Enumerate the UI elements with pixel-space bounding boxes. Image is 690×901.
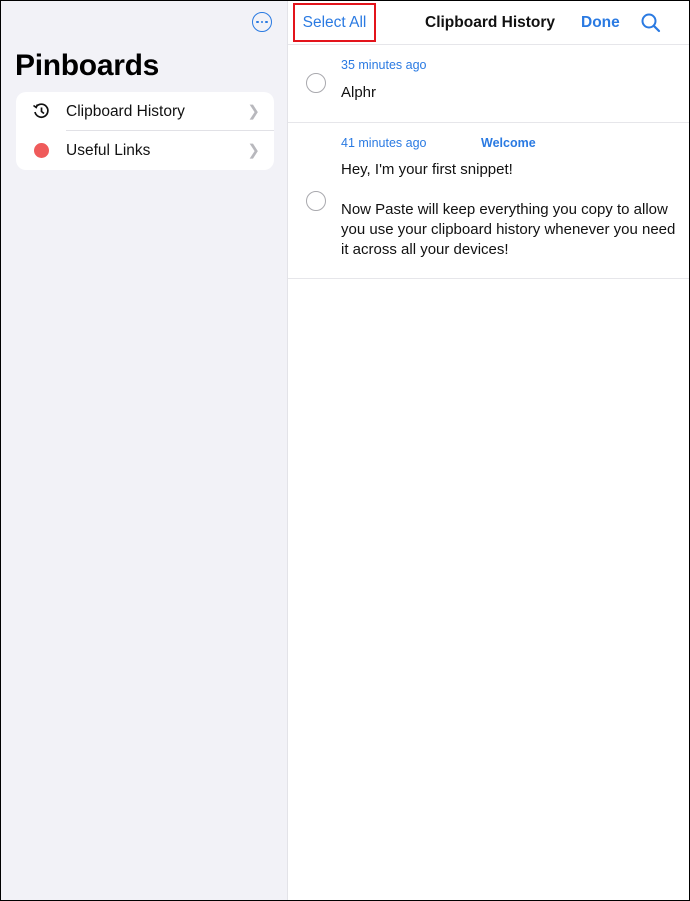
more-dot <box>260 20 264 24</box>
history-clock-icon <box>32 102 50 120</box>
clip-text: Alphr <box>341 84 377 101</box>
page-title: Clipboard History <box>425 14 556 31</box>
red-dot-icon <box>32 141 50 159</box>
navigation-bar: Select All Clipboard History Done <box>288 1 689 45</box>
pinboard-item-useful-links[interactable]: Useful Links ❯ <box>16 131 274 170</box>
select-radio[interactable] <box>306 73 326 93</box>
pinboard-label: Clipboard History <box>66 102 185 120</box>
clip-item[interactable]: 35 minutes ago Alphr <box>288 45 689 123</box>
select-radio[interactable] <box>306 191 326 211</box>
select-all-button[interactable]: Select All <box>293 3 376 42</box>
clip-item[interactable]: 41 minutes ago Welcome Hey, I'm your fir… <box>288 123 689 279</box>
clip-timestamp: 35 minutes ago <box>341 58 427 72</box>
sidebar: Pinboards Clipboard History ❯ Useful Lin… <box>1 1 288 900</box>
clipboard-main: Select All Clipboard History Done 35 min… <box>288 1 689 900</box>
more-dot <box>256 20 259 24</box>
chevron-right-icon: ❯ <box>247 142 260 159</box>
clip-text: Hey, I'm your first snippet! Now Paste w… <box>341 161 676 258</box>
pinboard-item-clipboard-history[interactable]: Clipboard History ❯ <box>16 92 274 131</box>
sidebar-title: Pinboards <box>15 49 159 82</box>
more-dot <box>265 20 268 24</box>
search-icon[interactable] <box>640 12 662 34</box>
chevron-right-icon: ❯ <box>247 103 260 120</box>
app-window: Pinboards Clipboard History ❯ Useful Lin… <box>1 1 689 900</box>
more-options-button[interactable] <box>252 12 272 32</box>
pinboard-list: Clipboard History ❯ Useful Links ❯ <box>16 92 274 170</box>
done-button[interactable]: Done <box>581 14 620 32</box>
clip-timestamp: 41 minutes ago <box>341 136 427 150</box>
clip-pinboard-tag: Welcome <box>481 136 536 150</box>
pinboard-label: Useful Links <box>66 141 151 159</box>
